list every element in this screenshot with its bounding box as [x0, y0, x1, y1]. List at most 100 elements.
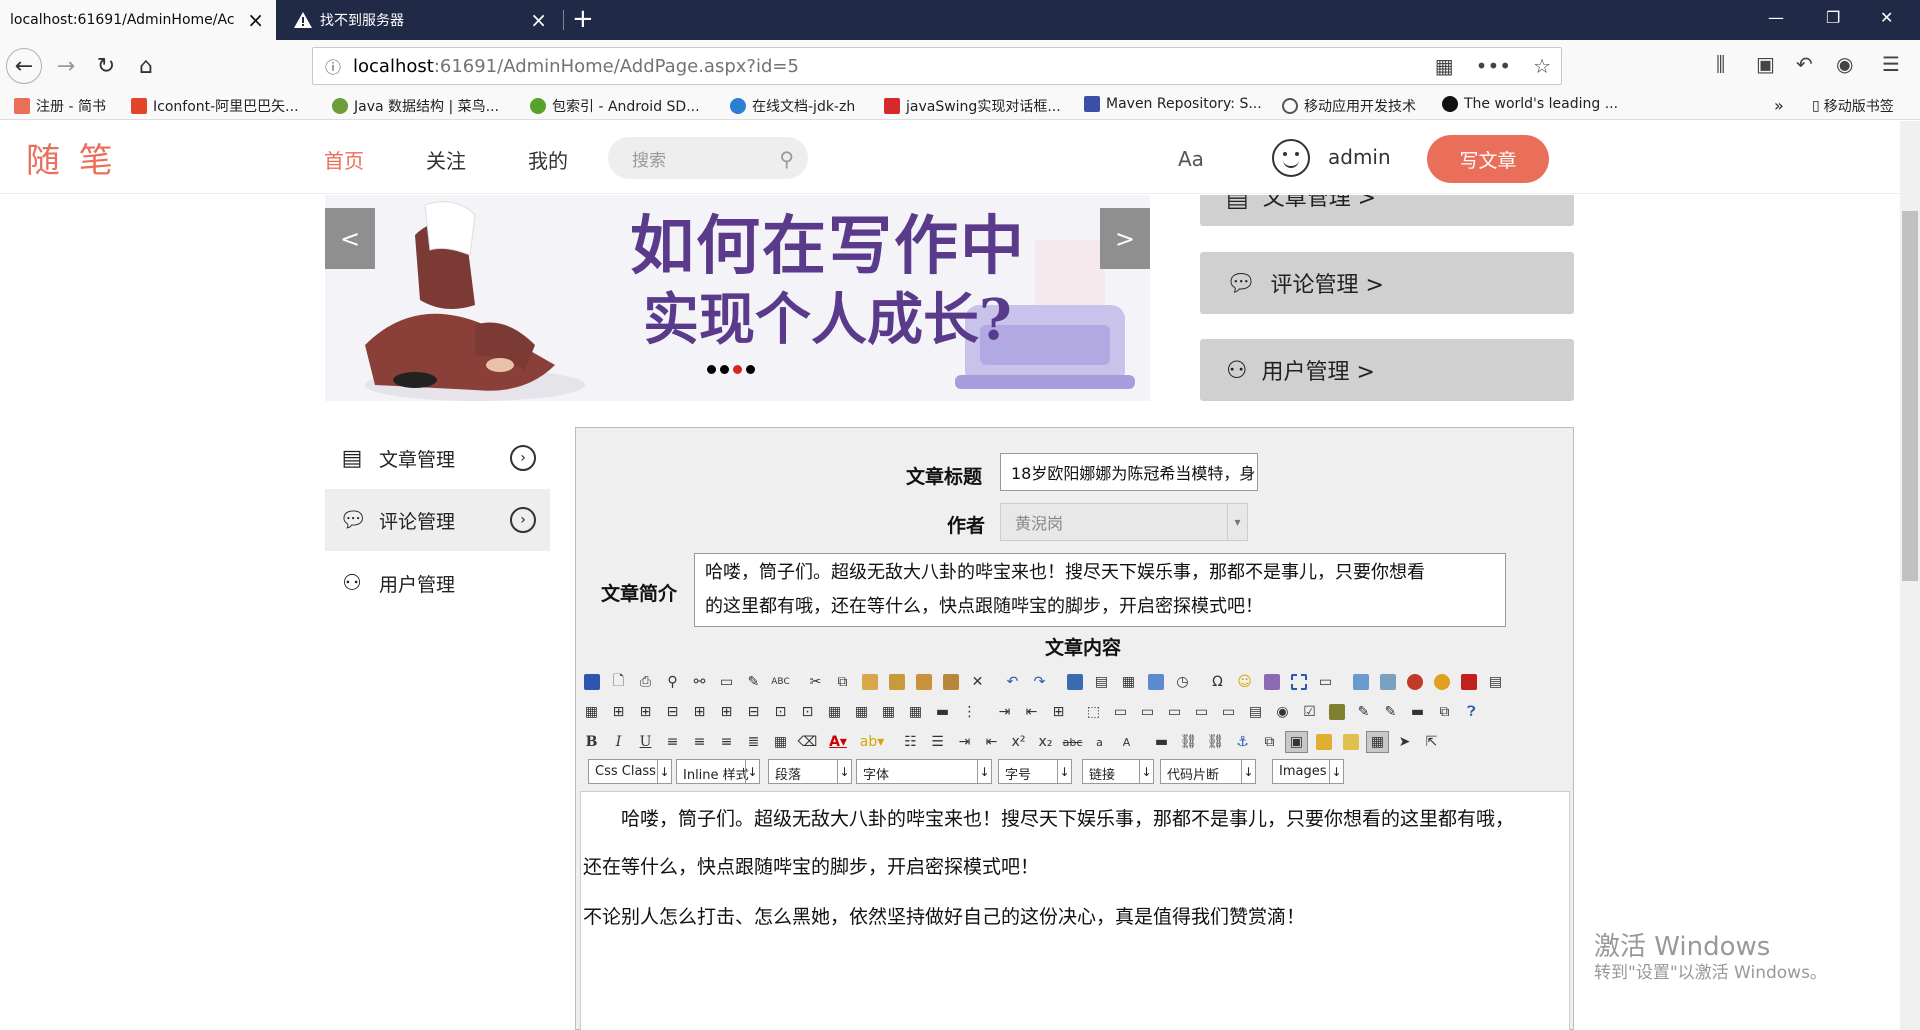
- unordered-list-icon[interactable]: ☰: [926, 731, 949, 753]
- split-column-icon[interactable]: ⋮: [958, 701, 981, 723]
- sidebar-item-users[interactable]: ⚇ 用户管理: [325, 552, 550, 614]
- link-dropdown[interactable]: 链接 ↓: [1082, 759, 1154, 784]
- bold-icon[interactable]: B: [580, 731, 603, 753]
- eraser-icon[interactable]: ⌫: [796, 731, 819, 753]
- row-properties-icon[interactable]: ▦: [877, 701, 900, 723]
- checkbox-icon[interactable]: ☑: [1298, 701, 1321, 723]
- back-icon[interactable]: ←: [6, 48, 42, 84]
- indent-icon[interactable]: ⇥: [953, 731, 976, 753]
- delete-icon[interactable]: ✕: [966, 671, 989, 693]
- code-snippet-dropdown[interactable]: 代码片断 ↓: [1160, 759, 1256, 784]
- forward-icon[interactable]: →: [48, 48, 84, 84]
- align-left-icon[interactable]: ≡: [661, 731, 684, 753]
- strikethrough-icon[interactable]: abc: [1061, 731, 1084, 753]
- font-size-dropdown[interactable]: 字号 ↓: [998, 759, 1072, 784]
- chevron-right-icon[interactable]: ›: [510, 445, 536, 471]
- info-icon[interactable]: ⓘ: [313, 54, 353, 78]
- print-icon[interactable]: ⎙: [634, 671, 657, 693]
- insert-table-icon[interactable]: ▦: [580, 701, 603, 723]
- search-input[interactable]: 搜索 ⚲: [608, 137, 808, 179]
- code-icon[interactable]: ▭: [1314, 671, 1337, 693]
- carousel-prev-button[interactable]: <: [325, 208, 375, 269]
- anchor-icon[interactable]: ⚓︎: [1231, 731, 1254, 753]
- image-button-icon[interactable]: [1325, 701, 1348, 723]
- qr-code-icon[interactable]: ▦: [1435, 54, 1454, 78]
- account-icon[interactable]: ◉: [1836, 52, 1853, 76]
- link-icon[interactable]: ⛓︎: [1177, 731, 1200, 753]
- sidebar-item-articles[interactable]: ▤ 文章管理 ›: [325, 427, 550, 489]
- justify-icon[interactable]: ≣: [742, 731, 765, 753]
- emoticon-icon[interactable]: ☺: [1233, 671, 1256, 693]
- search-icon[interactable]: ⚲: [779, 147, 794, 171]
- tab-inactive[interactable]: 找不到服务器 ×: [282, 0, 559, 40]
- split-row-icon[interactable]: ▬: [931, 701, 954, 723]
- editor-content-area[interactable]: 哈喽，筒子们。超级无敌大八卦的哔宝来也！搜尽天下娱乐事，那都不是事儿，只要你想看…: [580, 791, 1570, 1030]
- font-color-icon[interactable]: A▾: [823, 731, 853, 753]
- horizontal-line-icon[interactable]: ▬: [1150, 731, 1173, 753]
- marker-icon[interactable]: ✎: [1379, 701, 1402, 723]
- image-icon[interactable]: [1349, 671, 1372, 693]
- time-icon[interactable]: ◷: [1171, 671, 1194, 693]
- restore-icon[interactable]: ❐: [1826, 8, 1840, 27]
- insert-column-before-icon[interactable]: ⊞: [688, 701, 711, 723]
- css-class-dropdown[interactable]: Css Class ↓: [588, 759, 672, 784]
- bookmark-item[interactable]: 移动应用开发技术: [1282, 96, 1416, 116]
- align-center-icon[interactable]: ≡: [688, 731, 711, 753]
- sidebar-icon[interactable]: ▣: [1756, 52, 1775, 76]
- delete-column-icon[interactable]: ⊟: [742, 701, 765, 723]
- comment-manage-panel[interactable]: 💬︎ 评论管理 >: [1200, 252, 1574, 314]
- spellcheck-icon[interactable]: ABC: [769, 671, 792, 693]
- scrollbar-thumb[interactable]: [1902, 211, 1918, 581]
- bookmark-item[interactable]: 注册 - 简书: [14, 96, 106, 116]
- radio-icon[interactable]: ◉: [1271, 701, 1294, 723]
- carousel-dot-active[interactable]: [733, 365, 742, 374]
- cell-properties-icon[interactable]: ▦: [850, 701, 873, 723]
- media-player-icon[interactable]: [1430, 671, 1453, 693]
- horizontal-rule-icon[interactable]: ▬: [1406, 701, 1429, 723]
- flash-icon[interactable]: [1403, 671, 1426, 693]
- pdf-icon[interactable]: [1457, 671, 1480, 693]
- edit-image-icon[interactable]: [1376, 671, 1399, 693]
- save-icon[interactable]: [580, 671, 603, 693]
- paste-word-icon[interactable]: [912, 671, 935, 693]
- align-right-icon[interactable]: ≡: [715, 731, 738, 753]
- button-icon[interactable]: ▭: [1217, 701, 1240, 723]
- redo-icon[interactable]: ↷: [1028, 671, 1051, 693]
- home-icon[interactable]: ⌂: [128, 48, 164, 84]
- media-icon[interactable]: [1144, 671, 1167, 693]
- insert-image-icon[interactable]: [1260, 671, 1283, 693]
- new-tab-icon[interactable]: +: [572, 6, 594, 32]
- italic-icon[interactable]: I: [607, 731, 630, 753]
- listbox-icon[interactable]: ▤: [1244, 701, 1267, 723]
- special-char-icon[interactable]: Ω: [1206, 671, 1229, 693]
- mobile-bookmarks[interactable]: ▯ 移动版书签: [1812, 96, 1894, 116]
- underline-icon[interactable]: U: [634, 731, 657, 753]
- delete-row-icon[interactable]: ⊟: [661, 701, 684, 723]
- url-bar[interactable]: ⓘ localhost:61691/AdminHome/AddPage.aspx…: [312, 47, 1562, 85]
- insert-box-icon[interactable]: ⊞: [1047, 701, 1070, 723]
- highlight-icon[interactable]: ✎: [1352, 701, 1375, 723]
- bring-forward-icon[interactable]: [1312, 731, 1335, 753]
- justify-none-icon[interactable]: ▦: [769, 731, 792, 753]
- help-icon[interactable]: ❓︎: [1460, 701, 1483, 723]
- copy-icon[interactable]: ⧉: [831, 671, 854, 693]
- sidebar-item-comments[interactable]: 💬︎ 评论管理 ›: [325, 489, 550, 551]
- show-grid-icon[interactable]: ▦: [1366, 731, 1389, 753]
- undo-close-icon[interactable]: ↶: [1796, 52, 1813, 76]
- document-properties-icon[interactable]: ▤: [1484, 671, 1507, 693]
- carousel-dot[interactable]: [720, 365, 729, 374]
- undo-icon[interactable]: ↶: [1001, 671, 1024, 693]
- absolute-position-icon[interactable]: ▣: [1285, 731, 1308, 753]
- paste-icon[interactable]: [858, 671, 881, 693]
- inline-style-dropdown[interactable]: Inline 样式 ↓: [676, 759, 760, 784]
- bookmark-item[interactable]: Maven Repository: S...: [1084, 96, 1262, 112]
- menu-icon[interactable]: ☰: [1882, 52, 1900, 76]
- minimize-icon[interactable]: —: [1768, 8, 1784, 27]
- bookmark-item[interactable]: javaSwing实现对话框...: [884, 96, 1061, 116]
- carousel-dot[interactable]: [707, 365, 716, 374]
- close-tab-icon[interactable]: ×: [247, 10, 264, 30]
- page-scrollbar[interactable]: [1900, 121, 1920, 1030]
- bookmark-star-icon[interactable]: ☆: [1533, 54, 1551, 78]
- paste-html-icon[interactable]: [939, 671, 962, 693]
- insert-form-icon[interactable]: ▦: [1117, 671, 1140, 693]
